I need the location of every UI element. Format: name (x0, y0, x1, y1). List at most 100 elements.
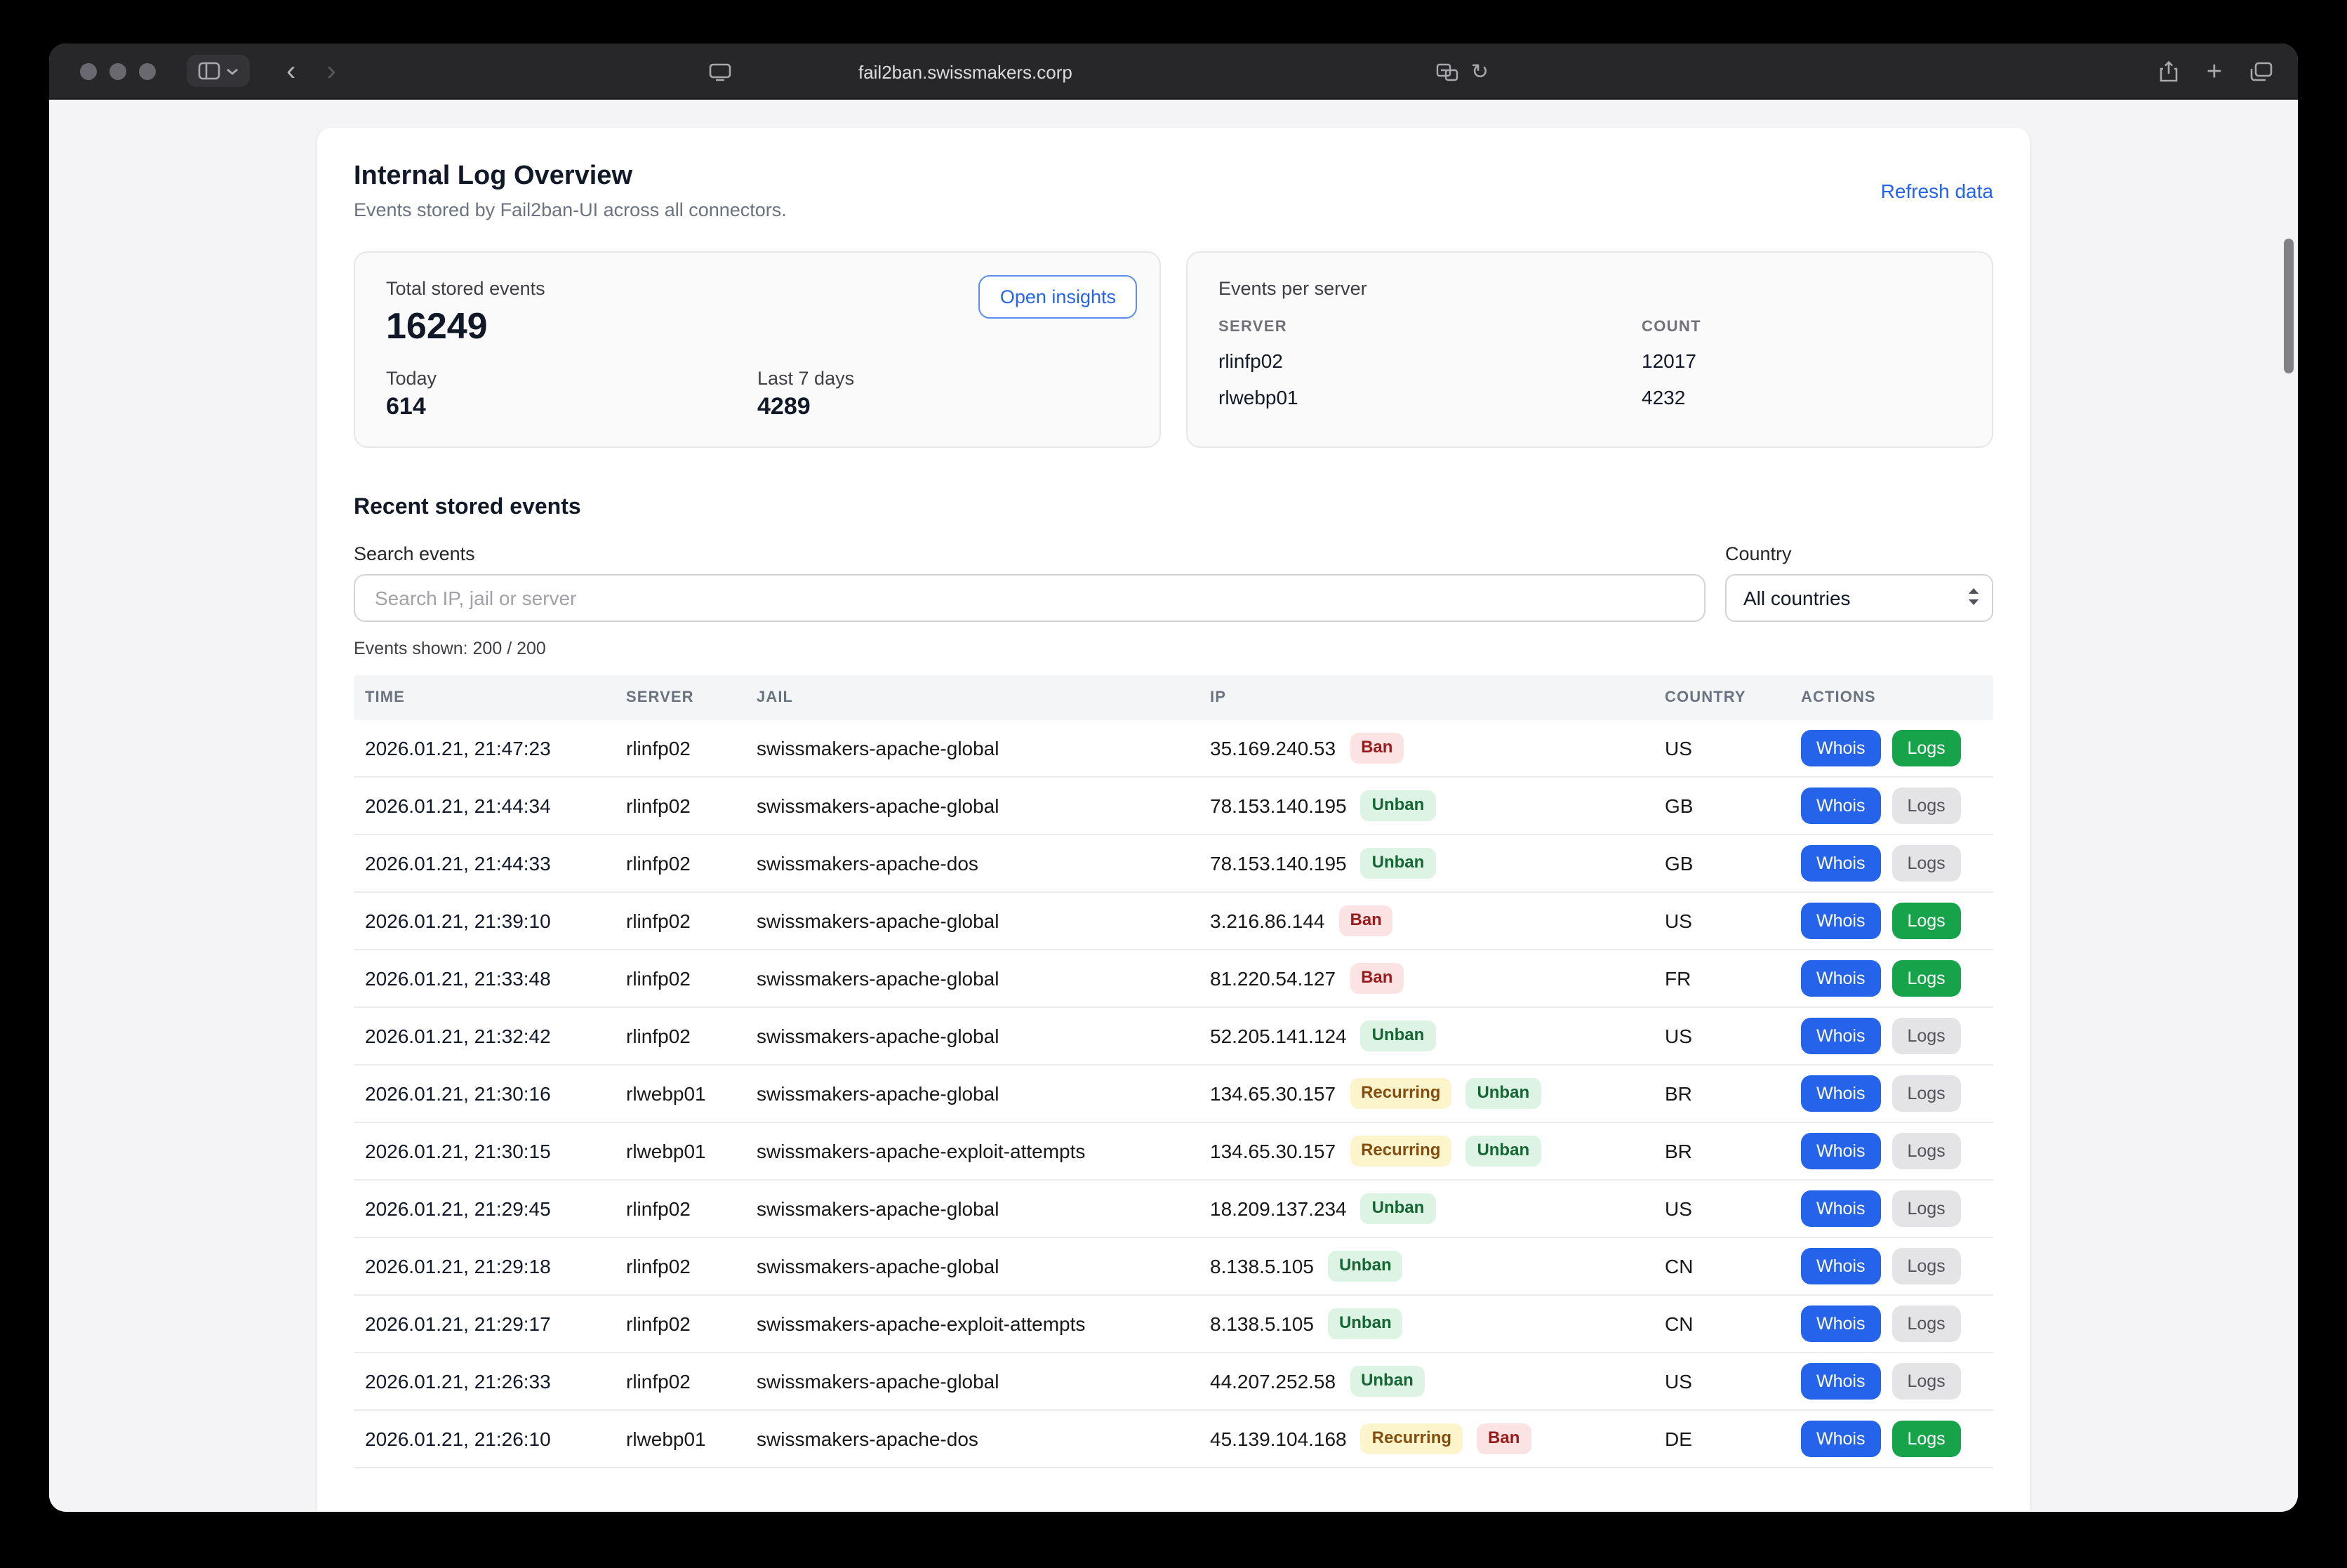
whois-button[interactable]: Whois (1801, 788, 1880, 825)
col-server: SERVER (626, 689, 757, 706)
events-per-server-title: Events per server (1218, 278, 1961, 299)
event-jail: swissmakers-apache-global (757, 910, 1210, 932)
logs-button[interactable]: Logs (1891, 845, 1960, 882)
per-server-table-body: rlinfp0212017rlwebp014232 (1218, 350, 1961, 408)
recent-events-title: Recent stored events (354, 496, 1993, 521)
event-server: rlinfp02 (626, 1370, 757, 1393)
event-country: US (1665, 1370, 1801, 1393)
stats-row: Total stored events 16249 Open insights … (354, 251, 1993, 448)
logs-button[interactable]: Logs (1891, 730, 1960, 767)
window-minimize-button[interactable] (109, 62, 126, 79)
search-input[interactable] (354, 574, 1706, 622)
event-ip-cell: 8.138.5.105Unban (1210, 1251, 1665, 1281)
share-icon[interactable] (2159, 60, 2179, 83)
event-ip-cell: 3.216.86.144Ban (1210, 905, 1665, 936)
titlebar-right-actions: + (2159, 44, 2273, 100)
screenshot-stage: ‹ › fail2ban.swissmakers.corp (0, 0, 2347, 1568)
translate-icon[interactable] (1436, 62, 1458, 81)
sidebar-toggle-group[interactable] (187, 55, 250, 87)
url-text[interactable]: fail2ban.swissmakers.corp (858, 61, 1072, 82)
address-bar[interactable]: fail2ban.swissmakers.corp ↻ (49, 44, 2298, 100)
logs-button[interactable]: Logs (1891, 903, 1960, 940)
whois-button[interactable]: Whois (1801, 730, 1880, 767)
new-tab-icon[interactable]: + (2207, 58, 2222, 85)
event-jail: swissmakers-apache-global (757, 1025, 1210, 1047)
chevron-down-icon[interactable] (226, 67, 239, 75)
window-icon[interactable] (709, 62, 731, 81)
event-time: 2026.01.21, 21:39:10 (365, 910, 626, 932)
event-ip-cell: 44.207.252.58Unban (1210, 1366, 1665, 1396)
table-row: 2026.01.21, 21:47:23rlinfp02swissmakers-… (354, 720, 1993, 778)
whois-button[interactable]: Whois (1801, 1018, 1880, 1055)
reload-icon[interactable]: ↻ (1471, 59, 1489, 84)
event-ip: 8.138.5.105 (1210, 1313, 1314, 1335)
whois-button[interactable]: Whois (1801, 1133, 1880, 1170)
window-zoom-button[interactable] (139, 62, 156, 79)
event-jail: swissmakers-apache-dos (757, 852, 1210, 875)
event-jail: swissmakers-apache-global (757, 967, 1210, 990)
main-card: Internal Log Overview Events stored by F… (317, 128, 2030, 1510)
logs-button[interactable]: Logs (1891, 1248, 1960, 1285)
whois-button[interactable]: Whois (1801, 960, 1880, 997)
whois-button[interactable]: Whois (1801, 1305, 1880, 1343)
page-title: Internal Log Overview (354, 161, 787, 192)
table-row: 2026.01.21, 21:26:33rlinfp02swissmakers-… (354, 1353, 1993, 1411)
sidebar-icon[interactable] (198, 62, 220, 80)
logs-button[interactable]: Logs (1891, 960, 1960, 997)
event-server: rlinfp02 (626, 910, 757, 932)
table-row: 2026.01.21, 21:29:45rlinfp02swissmakers-… (354, 1181, 1993, 1238)
whois-button[interactable]: Whois (1801, 1421, 1880, 1458)
scrollbar-thumb[interactable] (2284, 239, 2294, 373)
event-ip: 3.216.86.144 (1210, 910, 1325, 932)
event-jail: swissmakers-apache-dos (757, 1428, 1210, 1450)
whois-button[interactable]: Whois (1801, 1248, 1880, 1285)
status-badge-unban: Unban (1361, 790, 1436, 820)
event-actions: Whois Logs (1801, 1075, 1993, 1112)
event-country: CN (1665, 1313, 1801, 1335)
table-row: 2026.01.21, 21:33:48rlinfp02swissmakers-… (354, 950, 1993, 1008)
forward-icon[interactable]: › (326, 57, 335, 85)
event-server: rlwebp01 (626, 1140, 757, 1162)
event-server: rlwebp01 (626, 1428, 757, 1450)
whois-button[interactable]: Whois (1801, 845, 1880, 882)
window-close-button[interactable] (80, 62, 97, 79)
event-ip-cell: 35.169.240.53Ban (1210, 733, 1665, 763)
event-time: 2026.01.21, 21:44:34 (365, 795, 626, 817)
event-actions: Whois Logs (1801, 1248, 1993, 1285)
browser-titlebar: ‹ › fail2ban.swissmakers.corp (49, 44, 2298, 100)
logs-button[interactable]: Logs (1891, 1363, 1960, 1400)
event-ip: 8.138.5.105 (1210, 1255, 1314, 1277)
event-server: rlinfp02 (626, 852, 757, 875)
logs-button[interactable]: Logs (1891, 1018, 1960, 1055)
country-select[interactable]: All countries (1725, 574, 1993, 622)
logs-button[interactable]: Logs (1891, 1305, 1960, 1343)
back-icon[interactable]: ‹ (286, 57, 295, 85)
event-country: US (1665, 1025, 1801, 1047)
event-ip: 18.209.137.234 (1210, 1197, 1347, 1220)
whois-button[interactable]: Whois (1801, 1075, 1880, 1112)
table-row: 2026.01.21, 21:30:15rlwebp01swissmakers-… (354, 1123, 1993, 1181)
whois-button[interactable]: Whois (1801, 1363, 1880, 1400)
event-actions: Whois Logs (1801, 1421, 1993, 1458)
page-subtitle: Events stored by Fail2ban-UI across all … (354, 199, 787, 220)
refresh-data-link[interactable]: Refresh data (1881, 180, 1993, 202)
event-jail: swissmakers-apache-global (757, 1082, 1210, 1105)
events-table-body: 2026.01.21, 21:47:23rlinfp02swissmakers-… (354, 720, 1993, 1510)
event-country: CN (1665, 1255, 1801, 1277)
logs-button[interactable]: Logs (1891, 1190, 1960, 1228)
tabs-overview-icon[interactable] (2250, 62, 2273, 81)
last7-stat: Last 7 days 4289 (757, 368, 1129, 421)
whois-button[interactable]: Whois (1801, 903, 1880, 940)
logs-button[interactable]: Logs (1891, 1421, 1960, 1458)
logs-button[interactable]: Logs (1891, 1133, 1960, 1170)
table-row: 2026.01.21, 21:44:33rlinfp02swissmakers-… (354, 835, 1993, 893)
open-insights-button[interactable]: Open insights (979, 275, 1137, 319)
filter-controls: Search events Country All countries (354, 543, 1993, 622)
event-ip-cell: 45.139.104.168RecurringBan (1210, 1423, 1665, 1454)
nav-arrows: ‹ › (286, 57, 336, 85)
col-ip: IP (1210, 689, 1665, 706)
whois-button[interactable]: Whois (1801, 1190, 1880, 1228)
card-header: Internal Log Overview Events stored by F… (354, 161, 1993, 220)
logs-button[interactable]: Logs (1891, 788, 1960, 825)
logs-button[interactable]: Logs (1891, 1075, 1960, 1112)
